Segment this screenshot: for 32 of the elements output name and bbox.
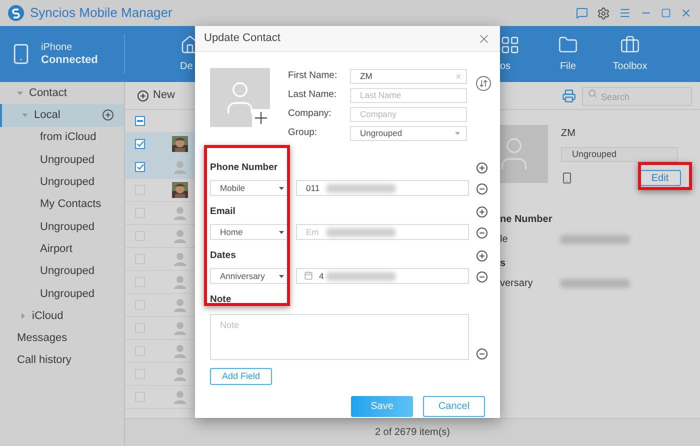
section-title: s bbox=[500, 256, 507, 270]
sidebar-label: Ungrouped bbox=[39, 175, 94, 190]
dialog-title: Update Contact bbox=[204, 31, 280, 46]
field-label: First Name: bbox=[288, 68, 338, 83]
sidebar-label: iCloud bbox=[32, 308, 64, 324]
section-title: Phone Number bbox=[210, 161, 279, 175]
sidebar-label: Ungrouped bbox=[39, 152, 94, 168]
sidebar-label: Ungrouped bbox=[39, 286, 94, 302]
app-title: Syncios Mobile Manager bbox=[30, 4, 172, 22]
sidebar-label: Ungrouped bbox=[39, 264, 94, 280]
field-label: Last Name: bbox=[288, 88, 338, 102]
sidebar-label: Airport bbox=[39, 242, 72, 257]
device-name: iPhone bbox=[41, 41, 74, 54]
section-title: ne Number bbox=[500, 212, 554, 226]
section-title: Email bbox=[210, 205, 236, 219]
sidebar-label: Ungrouped bbox=[39, 220, 94, 235]
section-title: Note bbox=[210, 293, 232, 307]
field-label: le bbox=[500, 232, 509, 246]
sidebar-label: Messages bbox=[17, 331, 68, 346]
sidebar-label: Local bbox=[34, 108, 60, 124]
group-field: Ungrouped bbox=[561, 147, 678, 162]
sidebar-label: Call history bbox=[17, 353, 72, 368]
status-text: 2 of 2679 item(s) bbox=[374, 426, 450, 440]
field-label: Company: bbox=[288, 106, 332, 121]
device-status: Connected bbox=[41, 54, 98, 67]
sidebar-label: Contact bbox=[29, 86, 67, 101]
contact-name: ZM bbox=[561, 127, 576, 141]
field-label: versary bbox=[500, 276, 534, 290]
section-title: Dates bbox=[210, 249, 237, 263]
sidebar-label: My Contacts bbox=[39, 197, 102, 212]
sidebar-label: from iCloud bbox=[39, 130, 96, 146]
field-label: Group: bbox=[288, 126, 318, 140]
